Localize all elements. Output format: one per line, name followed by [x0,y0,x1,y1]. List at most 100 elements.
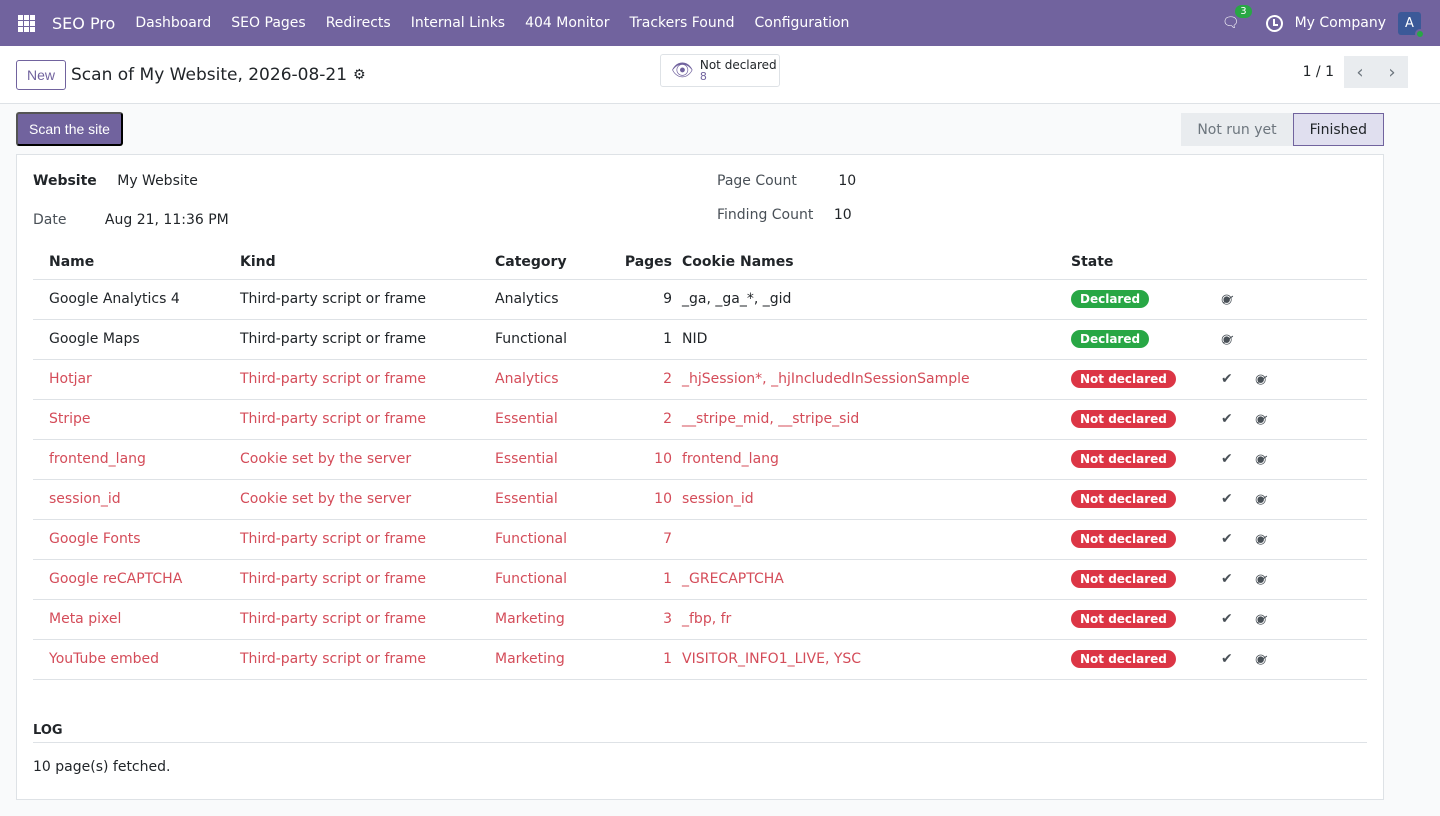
finding-category: Marketing [495,639,605,680]
finding-count-label: Finding Count [717,207,814,223]
smart-button-label: Not declared [699,57,777,72]
status-not-run-yet[interactable]: Not run yet [1181,113,1293,146]
finding-kind: Cookie set by the server [240,439,495,480]
finding-pages: 1 [605,639,682,680]
hide-eye-icon[interactable]: ◉ [1255,492,1266,507]
state-badge: Declared [1071,290,1150,308]
finding-cookie-names: VISITOR_INFO1_LIVE, YSC [682,639,1071,680]
col-header-pages[interactable]: Pages [605,245,682,280]
table-row[interactable]: Google reCAPTCHA Third-party script or fr… [33,559,1367,600]
finding-state-cell: Not declared [1071,519,1221,560]
col-header-kind[interactable]: Kind [240,245,495,280]
finding-name: Hotjar [33,359,240,400]
finding-kind: Third-party script or frame [240,359,495,400]
finding-kind: Third-party script or frame [240,279,495,320]
pager-previous-icon[interactable]: ‹ [1344,56,1376,88]
finding-cookie-names: _hjSession*, _hjIncludedInSessionSample [682,359,1071,400]
finding-cookie-names [682,519,1071,560]
menu-404-monitor[interactable]: 404 Monitor [515,0,619,46]
menu-internal-links[interactable]: Internal Links [401,0,515,46]
website-label: Website [33,173,97,189]
table-row[interactable]: Stripe Third-party script or frame Essenti… [33,399,1367,440]
table-row[interactable]: Google Maps Third-party script or frame Fu… [33,319,1367,360]
finding-name: Google Fonts [33,519,240,560]
declare-check-icon[interactable]: ✔ [1221,411,1233,427]
state-badge: Not declared [1071,530,1176,548]
pager: 1 / 1 ‹ › [1303,56,1408,88]
finding-state-cell: Not declared [1071,399,1221,440]
finding-category: Functional [495,319,605,360]
hide-eye-icon[interactable]: ◉ [1255,372,1266,387]
col-header-name[interactable]: Name [33,245,240,280]
state-badge: Not declared [1071,490,1176,508]
finding-pages: 2 [605,399,682,440]
finding-category: Analytics [495,279,605,320]
hide-eye-icon[interactable]: ◉ [1221,292,1232,307]
chat-count-badge: 3 [1235,5,1252,18]
apps-menu-icon[interactable] [0,0,52,46]
col-header-state[interactable]: State [1071,245,1221,280]
page-count-value: 10 [838,173,857,189]
avatar-letter: A [1405,15,1414,31]
new-button[interactable]: New [16,59,67,90]
state-badge: Not declared [1071,370,1176,388]
pager-value[interactable]: 1 / 1 [1303,64,1334,80]
page-count-field: Page Count 10 [717,173,856,189]
date-field: Date Aug 21, 11:36 PM [33,212,229,228]
finding-cookie-names: session_id [682,479,1071,520]
pager-next-icon[interactable]: › [1376,56,1408,88]
table-row[interactable]: Google Analytics 4 Third-party script or … [33,279,1367,320]
status-finished[interactable]: Finished [1292,113,1384,146]
menu-dashboard[interactable]: Dashboard [125,0,221,46]
not-declared-smart-button[interactable]: 👁 Not declared 8 [660,54,780,87]
log-body: 10 page(s) fetched. [33,759,171,775]
col-header-category[interactable]: Category [495,245,605,280]
hide-eye-icon[interactable]: ◉ [1255,572,1266,587]
finding-category: Essential [495,399,605,440]
hide-eye-icon[interactable]: ◉ [1255,652,1266,667]
gear-icon[interactable]: ⚙ [353,67,366,83]
clock-icon[interactable] [1265,14,1283,32]
company-switcher[interactable]: My Company [1295,15,1386,31]
finding-pages: 2 [605,359,682,400]
finding-name: Google reCAPTCHA [33,559,240,600]
log-title: LOG [33,723,1367,743]
app-brand[interactable]: SEO Pro [52,14,115,33]
menu-trackers-found[interactable]: Trackers Found [619,0,744,46]
declare-check-icon[interactable]: ✔ [1221,371,1233,387]
hide-eye-icon[interactable]: ◉ [1255,412,1266,427]
hide-eye-icon[interactable]: ◉ [1255,532,1266,547]
declare-check-icon[interactable]: ✔ [1221,491,1233,507]
website-link[interactable]: My Website [117,173,198,189]
finding-pages: 10 [605,479,682,520]
table-row[interactable]: frontend_lang Cookie set by the server Ess… [33,439,1367,480]
col-header-cookie-names[interactable]: Cookie Names [682,245,1071,280]
declare-check-icon[interactable]: ✔ [1221,651,1233,667]
state-badge: Not declared [1071,410,1176,428]
declare-check-icon[interactable]: ✔ [1221,531,1233,547]
menu-configuration[interactable]: Configuration [744,0,859,46]
declare-check-icon[interactable]: ✔ [1221,571,1233,587]
menu-redirects[interactable]: Redirects [316,0,401,46]
declare-check-icon[interactable]: ✔ [1221,611,1233,627]
hide-eye-icon[interactable]: ◉ [1221,332,1232,347]
online-status-dot [1415,28,1425,39]
finding-name: Google Maps [33,319,240,360]
declare-check-icon[interactable]: ✔ [1221,451,1233,467]
scan-site-button[interactable]: Scan the site [16,112,123,146]
finding-name: frontend_lang [33,439,240,480]
table-row[interactable]: session_id Cookie set by the server Essent… [33,479,1367,520]
table-row[interactable]: Google Fonts Third-party script or frame F… [33,519,1367,560]
table-row[interactable]: Hotjar Third-party script or frame Analyti… [33,359,1367,400]
table-row[interactable]: Meta pixel Third-party script or frame Mar… [33,599,1367,640]
menu-seo-pages[interactable]: SEO Pages [221,0,315,46]
hide-eye-icon[interactable]: ◉ [1255,452,1266,467]
hide-eye-icon[interactable]: ◉ [1255,612,1266,627]
user-avatar[interactable]: A [1398,11,1425,39]
chat-icon[interactable]: 🗨 3 [1216,5,1252,31]
finding-category: Marketing [495,599,605,640]
date-value: Aug 21, 11:36 PM [104,212,229,228]
table-row[interactable]: YouTube embed Third-party script or frame… [33,639,1367,680]
finding-state-cell: Not declared [1071,359,1221,400]
finding-kind: Third-party script or frame [240,599,495,640]
